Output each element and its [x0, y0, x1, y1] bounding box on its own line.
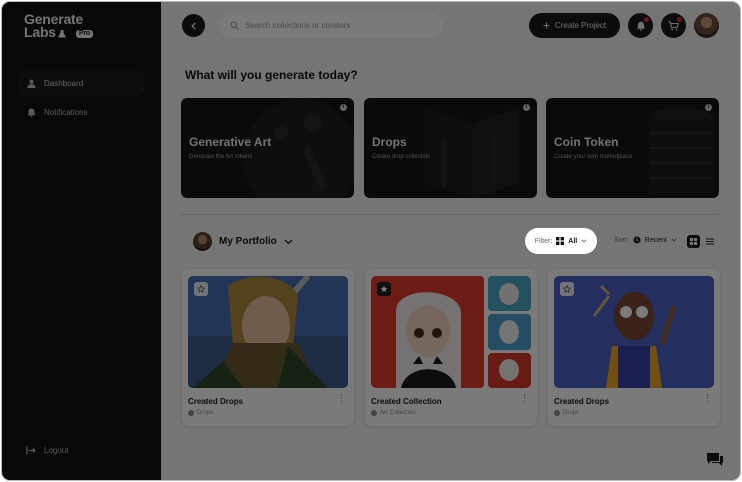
character-illustration	[554, 276, 714, 388]
top-bar: Search collections or creators Create Pr…	[161, 2, 740, 50]
grid-icon	[690, 238, 697, 245]
item-title: Created Drops	[188, 397, 244, 406]
chevron-down-icon	[581, 239, 587, 243]
favorite-star-button[interactable]	[560, 282, 574, 296]
section-divider	[181, 214, 719, 215]
logout-button[interactable]: Logout	[26, 446, 68, 455]
filter-dropdown[interactable]: Filter: All	[527, 230, 595, 252]
drops-icon	[188, 410, 194, 416]
notification-dot	[644, 17, 649, 22]
grid-icon	[556, 237, 565, 245]
collection-icon	[371, 410, 377, 416]
back-button[interactable]	[182, 14, 205, 37]
search-bar[interactable]: Search collections or creators	[219, 13, 443, 38]
logo-line-2: Labs	[24, 24, 56, 40]
card-subtitle: Generate the Art tokens	[189, 154, 253, 160]
drops-icon	[554, 410, 560, 416]
filter-label: Filter:	[534, 237, 553, 245]
item-title: Created Drops	[554, 397, 610, 406]
item-image	[188, 276, 348, 388]
sort-value: Recent	[644, 236, 667, 244]
list-view-button[interactable]	[704, 236, 715, 247]
main-content: Search collections or creators Create Pr…	[161, 2, 740, 480]
chevron-down-icon	[671, 238, 677, 242]
plus-icon	[543, 22, 550, 29]
item-type-label: Drops	[197, 410, 214, 416]
collection-illustration	[371, 276, 531, 388]
portfolio-item-card[interactable]: Created Collection Art Collection ⋮	[365, 269, 537, 426]
sidebar: Generate Labs Pro Dashboard Notifications…	[2, 2, 161, 480]
item-type-label: Drops	[563, 410, 580, 416]
card-subtitle: Create your own marketplace	[554, 154, 633, 160]
star-icon	[197, 285, 205, 293]
sidebar-item-label: Dashboard	[44, 79, 84, 88]
portfolio-selector[interactable]: My Portfolio	[193, 232, 293, 251]
portfolio-label: My Portfolio	[219, 236, 277, 247]
clock-icon	[633, 236, 641, 244]
search-icon	[230, 21, 239, 30]
card-title: Drops	[372, 135, 407, 149]
cart-dot	[677, 17, 682, 22]
info-icon[interactable]: i	[705, 104, 712, 111]
chevron-left-icon	[190, 22, 196, 29]
create-project-label: Create Project	[554, 21, 607, 30]
sort-label: Sort:	[614, 236, 629, 244]
create-project-button[interactable]: Create Project	[529, 13, 620, 38]
cart-icon	[668, 20, 679, 30]
chevron-down-icon	[284, 239, 293, 244]
pro-badge: Pro	[75, 30, 93, 38]
app-window: Generate Labs Pro Dashboard Notifications…	[1, 1, 741, 481]
user-icon	[27, 79, 36, 88]
chat-icon[interactable]	[706, 452, 724, 468]
portfolio-avatar	[193, 232, 212, 251]
favorite-star-button[interactable]	[377, 282, 391, 296]
filter-value: All	[568, 237, 578, 245]
search-input[interactable]: Search collections or creators	[245, 21, 350, 30]
more-options-icon[interactable]: ⋮	[520, 394, 529, 403]
item-type: Art Collection	[371, 410, 416, 416]
generative-art-card[interactable]: i Generative Art Generate the Art tokens	[181, 98, 354, 198]
star-icon	[563, 285, 571, 293]
user-avatar[interactable]	[694, 13, 719, 38]
portfolio-item-card[interactable]: Created Drops Drops ⋮	[182, 269, 354, 426]
item-type: Drops	[554, 410, 579, 416]
info-icon[interactable]: i	[340, 104, 347, 111]
favorite-star-button[interactable]	[194, 282, 208, 296]
drops-card[interactable]: i Drops Create drop collection	[364, 98, 537, 198]
star-icon	[380, 285, 388, 293]
list-icon	[705, 238, 714, 245]
flask-icon	[57, 30, 66, 38]
info-icon[interactable]: i	[523, 104, 530, 111]
cart-button[interactable]	[661, 13, 686, 38]
logout-icon	[26, 446, 36, 455]
item-image	[554, 276, 714, 388]
item-image-collage	[371, 276, 531, 388]
bell-icon	[27, 108, 36, 117]
card-title: Coin Token	[554, 135, 619, 149]
notifications-button[interactable]	[628, 13, 653, 38]
sort-dropdown[interactable]: Sort: Recent	[614, 236, 677, 244]
card-title: Generative Art	[189, 135, 272, 149]
card-subtitle: Create drop collection	[372, 154, 431, 160]
more-options-icon[interactable]: ⋮	[337, 394, 346, 403]
page-title: What will you generate today?	[185, 68, 358, 82]
more-options-icon[interactable]: ⋮	[703, 394, 712, 403]
portfolio-item-card[interactable]: Created Drops Drops ⋮	[548, 269, 720, 426]
coin-token-card[interactable]: i Coin Token Create your own marketplace	[546, 98, 719, 198]
item-title: Created Collection	[371, 397, 442, 406]
bell-icon	[636, 21, 645, 31]
grid-view-button[interactable]	[687, 235, 700, 248]
sidebar-item-dashboard[interactable]: Dashboard	[19, 71, 144, 96]
sidebar-item-label: Notifications	[44, 108, 88, 117]
logout-label: Logout	[44, 446, 69, 455]
item-type: Drops	[188, 410, 213, 416]
app-logo[interactable]: Generate Labs Pro	[24, 12, 93, 40]
sidebar-item-notifications[interactable]: Notifications	[19, 100, 144, 125]
warrior-illustration	[188, 276, 348, 388]
item-type-label: Art Collection	[380, 410, 416, 416]
